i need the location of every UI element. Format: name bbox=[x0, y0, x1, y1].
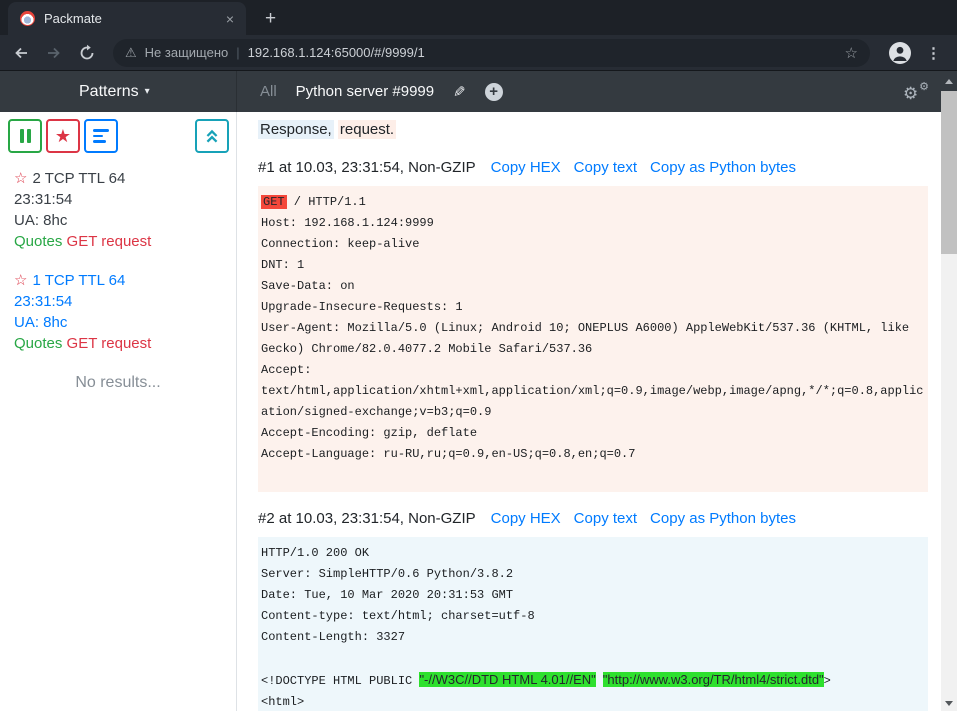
html-open-line: <html> bbox=[261, 692, 925, 711]
http-method-highlight: GET bbox=[261, 195, 287, 209]
pattern-tag-green: Quotes bbox=[14, 335, 62, 352]
packet-2-header: #2 at 10.03, 23:31:54, Non-GZIP Copy HEX… bbox=[258, 510, 928, 527]
copy-hex-link[interactable]: Copy HEX bbox=[491, 510, 561, 527]
response-header-line: Server: SimpleHTTP/0.6 Python/3.8.2 bbox=[261, 564, 925, 585]
back-icon[interactable] bbox=[12, 44, 30, 62]
patterns-label: Patterns bbox=[79, 83, 139, 101]
patterns-dropdown[interactable]: Patterns ▾ bbox=[0, 71, 237, 112]
browser-toolbar: ⚠ Не защищено | 192.168.1.124:65000/#/99… bbox=[0, 35, 957, 71]
response-header-line: Content-Length: 3327 bbox=[261, 627, 925, 648]
blank-line bbox=[261, 648, 925, 669]
scroll-down-button[interactable] bbox=[941, 695, 957, 711]
page-scrollbar[interactable] bbox=[941, 71, 957, 711]
stream-ua: UA: 8hc bbox=[14, 312, 236, 333]
response-header-line: Content-type: text/html; charset=utf-8 bbox=[261, 606, 925, 627]
legend-response: Response, bbox=[258, 120, 334, 139]
not-secure-warning-icon[interactable]: ⚠ bbox=[125, 45, 137, 61]
edit-pencil-icon[interactable]: ✎ bbox=[453, 83, 466, 101]
stream-sidebar: ★ ☆ 2 TCP TTL 64 23:31:54 UA: 8hc Quotes … bbox=[0, 112, 237, 711]
copy-hex-link[interactable]: Copy HEX bbox=[491, 159, 561, 176]
pattern-match-highlight: "http://www.w3.org/TR/html4/strict.dtd" bbox=[603, 672, 824, 687]
request-header-line: Accept: text/html,application/xhtml+xml,… bbox=[261, 360, 925, 423]
star-outline-icon[interactable]: ☆ bbox=[14, 170, 27, 187]
pause-button[interactable] bbox=[8, 119, 42, 153]
request-header-line: User-Agent: Mozilla/5.0 (Linux; Android … bbox=[261, 318, 925, 360]
triangle-up-icon bbox=[945, 79, 953, 84]
pattern-match-highlight: "-//W3C//DTD HTML 4.01//EN" bbox=[419, 672, 595, 687]
copy-text-link[interactable]: Copy text bbox=[574, 510, 637, 527]
reload-icon[interactable] bbox=[78, 44, 96, 62]
add-service-button[interactable]: + bbox=[485, 83, 503, 101]
url-text[interactable]: 192.168.1.124:65000/#/9999/1 bbox=[248, 45, 837, 60]
stream-title: 1 TCP TTL 64 bbox=[32, 272, 125, 289]
pattern-tag-green: Quotes bbox=[14, 233, 62, 250]
tab-title: Packmate bbox=[44, 11, 217, 26]
browser-tab[interactable]: Packmate × bbox=[8, 2, 246, 35]
response-header-line: Date: Tue, 10 Mar 2020 20:31:53 GMT bbox=[261, 585, 925, 606]
copy-text-link[interactable]: Copy text bbox=[574, 159, 637, 176]
tab-active-service[interactable]: Python server #9999 bbox=[296, 83, 434, 100]
forward-icon[interactable] bbox=[45, 44, 63, 62]
settings-gear-icon[interactable]: ⚙ ⚙ bbox=[903, 80, 929, 104]
list-filter-button[interactable] bbox=[84, 119, 118, 153]
packet-1-title: #1 at 10.03, 23:31:54, Non-GZIP bbox=[258, 159, 476, 176]
sidebar-toolbar: ★ bbox=[0, 119, 236, 153]
list-icon bbox=[93, 129, 109, 132]
chevron-down-icon: ▾ bbox=[145, 86, 150, 97]
stream-title: 2 TCP TTL 64 bbox=[32, 170, 125, 187]
app-navbar: Patterns ▾ All Python server #9999 ✎ + ⚙… bbox=[0, 71, 957, 112]
pattern-tag-red: GET request bbox=[67, 233, 152, 250]
request-header-line: Host: 192.168.1.124:9999 bbox=[261, 213, 925, 234]
tab-all[interactable]: All bbox=[260, 83, 277, 100]
request-header-line: DNT: 1 bbox=[261, 255, 925, 276]
url-separator: | bbox=[236, 45, 239, 60]
request-packet-body: GET / HTTP/1.1 Host: 192.168.1.124:9999 … bbox=[258, 186, 928, 492]
scroll-up-button[interactable] bbox=[941, 71, 957, 91]
request-header-line: Accept-Language: ru-RU,ru;q=0.9,en-US;q=… bbox=[261, 444, 925, 465]
stream-detail: Response, request. #1 at 10.03, 23:31:54… bbox=[237, 112, 957, 711]
stream-list-item-selected[interactable]: ☆ 1 TCP TTL 64 23:31:54 UA: 8hc Quotes GE… bbox=[0, 270, 236, 354]
star-icon: ★ bbox=[55, 127, 71, 145]
response-packet-body: HTTP/1.0 200 OK Server: SimpleHTTP/0.6 P… bbox=[258, 537, 928, 711]
content-area: ★ ☆ 2 TCP TTL 64 23:31:54 UA: 8hc Quotes … bbox=[0, 112, 957, 711]
triangle-down-icon bbox=[945, 701, 953, 706]
blank-line bbox=[261, 465, 925, 486]
packet-2-title: #2 at 10.03, 23:31:54, Non-GZIP bbox=[258, 510, 476, 527]
tab-strip: Packmate × + bbox=[0, 0, 957, 35]
stream-list-item[interactable]: ☆ 2 TCP TTL 64 23:31:54 UA: 8hc Quotes GE… bbox=[0, 168, 236, 252]
stream-time: 23:31:54 bbox=[14, 291, 236, 312]
star-outline-icon[interactable]: ☆ bbox=[14, 272, 27, 289]
packet-1-header: #1 at 10.03, 23:31:54, Non-GZIP Copy HEX… bbox=[258, 159, 928, 176]
request-header-line: Connection: keep-alive bbox=[261, 234, 925, 255]
scrollbar-thumb[interactable] bbox=[941, 91, 957, 254]
stream-time: 23:31:54 bbox=[14, 189, 236, 210]
address-bar[interactable]: ⚠ Не защищено | 192.168.1.124:65000/#/99… bbox=[113, 39, 870, 67]
browser-chrome: Packmate × + ⚠ Не защищено | 192.168.1.1… bbox=[0, 0, 957, 71]
doctype-line: <!DOCTYPE HTML PUBLIC "-//W3C//DTD HTML … bbox=[261, 669, 925, 692]
double-chevron-up-icon bbox=[204, 128, 220, 144]
profile-avatar[interactable] bbox=[889, 42, 911, 64]
request-header-line: Save-Data: on bbox=[261, 276, 925, 297]
copy-python-bytes-link[interactable]: Copy as Python bytes bbox=[650, 159, 796, 176]
browser-menu-icon[interactable]: ⋮ bbox=[926, 44, 945, 62]
status-line: HTTP/1.0 200 OK bbox=[261, 543, 925, 564]
pause-icon bbox=[20, 129, 24, 143]
close-tab-icon[interactable]: × bbox=[226, 12, 234, 26]
security-label: Не защищено bbox=[145, 45, 229, 60]
request-header-line: Accept-Encoding: gzip, deflate bbox=[261, 423, 925, 444]
packmate-favicon-icon bbox=[20, 11, 35, 26]
stream-ua: UA: 8hc bbox=[14, 210, 236, 231]
stream-tabs: All Python server #9999 ✎ + bbox=[260, 83, 503, 101]
collapse-sidebar-button[interactable] bbox=[195, 119, 229, 153]
legend-request: request. bbox=[338, 120, 396, 139]
pattern-tag-red: GET request bbox=[67, 335, 152, 352]
new-tab-button[interactable]: + bbox=[265, 9, 276, 28]
legend: Response, request. bbox=[258, 119, 928, 141]
request-header-line: Upgrade-Insecure-Requests: 1 bbox=[261, 297, 925, 318]
bookmark-star-icon[interactable]: ☆ bbox=[845, 44, 858, 62]
favorites-filter-button[interactable]: ★ bbox=[46, 119, 80, 153]
no-results-label: No results... bbox=[0, 374, 236, 392]
copy-python-bytes-link[interactable]: Copy as Python bytes bbox=[650, 510, 796, 527]
